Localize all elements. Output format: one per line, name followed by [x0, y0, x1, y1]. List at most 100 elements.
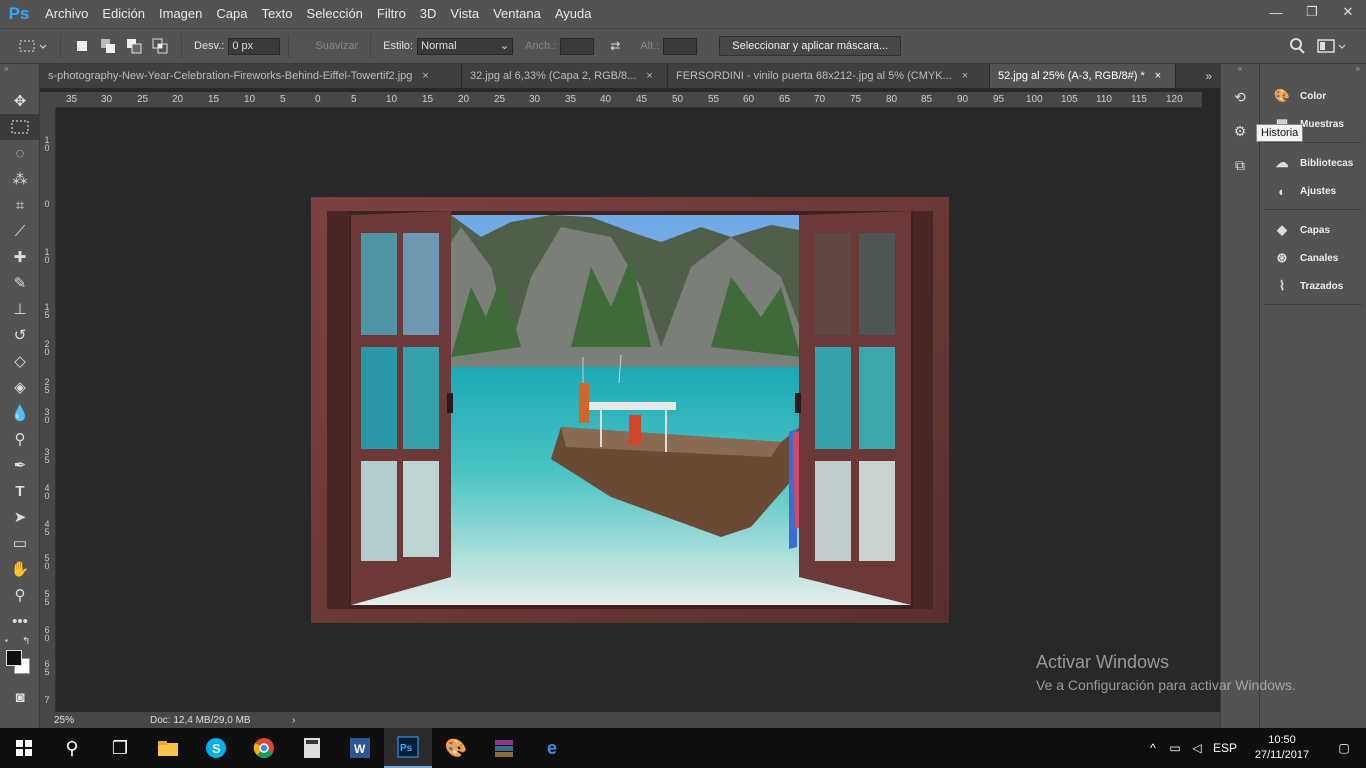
task-view-icon[interactable]: ❐ — [96, 728, 144, 768]
paint-bucket-tool-icon[interactable]: ◈ — [0, 374, 40, 400]
clone-stamp-tool-icon[interactable]: ⊥ — [0, 296, 40, 322]
restore-button[interactable]: ❐ — [1294, 0, 1330, 24]
type-tool-icon[interactable]: T — [0, 478, 40, 504]
winrar-icon[interactable] — [480, 728, 528, 768]
close-button[interactable]: ✕ — [1330, 0, 1366, 24]
menu-ayuda[interactable]: Ayuda — [548, 0, 599, 28]
menu-capa[interactable]: Capa — [209, 0, 254, 28]
brush-tool-icon[interactable]: ✎ — [0, 270, 40, 296]
hand-tool-icon[interactable]: ✋ — [0, 556, 40, 582]
chrome-icon[interactable] — [240, 728, 288, 768]
lasso-tool-icon[interactable]: ◌ — [0, 140, 40, 166]
network-icon[interactable]: ▭ — [1164, 741, 1186, 755]
language-indicator[interactable]: ESP — [1208, 741, 1242, 755]
subtract-selection-icon[interactable] — [125, 37, 143, 55]
tab-fersordini[interactable]: FERSORDINI - vinilo puerta 68x212-.jpg a… — [668, 64, 990, 88]
menu-imagen[interactable]: Imagen — [152, 0, 209, 28]
collapse-dock-icon[interactable]: « — [1221, 64, 1259, 76]
menu-edicion[interactable]: Edición — [95, 0, 152, 28]
default-colors-icon[interactable]: ▪ — [5, 636, 8, 645]
menu-filtro[interactable]: Filtro — [370, 0, 413, 28]
close-icon[interactable]: × — [646, 64, 652, 88]
panel-layers[interactable]: ◆ Capas — [1264, 216, 1362, 244]
feather-input[interactable]: 0 px — [228, 37, 281, 55]
intersect-selection-icon[interactable] — [151, 37, 169, 55]
clone-source-panel-icon[interactable]: ⧉ — [1227, 152, 1253, 178]
history-brush-tool-icon[interactable]: ↺ — [0, 322, 40, 348]
search-icon[interactable] — [1288, 37, 1306, 55]
menu-ventana[interactable]: Ventana — [486, 0, 548, 28]
tab-52jpg[interactable]: 52.jpg al 25% (A-3, RGB/8#) * × — [990, 64, 1176, 88]
tab-32jpg[interactable]: 32.jpg al 6,33% (Capa 2, RGB/8... × — [462, 64, 668, 88]
vertical-ruler[interactable]: 1 0 0 1 0 1 5 2 0 2 5 3 0 3 5 4 0 4 5 5 … — [40, 108, 56, 712]
healing-brush-tool-icon[interactable]: ✚ — [0, 244, 40, 270]
rect-marquee-tool-icon[interactable] — [0, 114, 40, 140]
start-button[interactable] — [0, 728, 48, 768]
tabs-overflow-icon[interactable]: » — [1176, 64, 1220, 88]
menu-3d[interactable]: 3D — [413, 0, 444, 28]
menu-texto[interactable]: Texto — [254, 0, 299, 28]
expand-panels-icon[interactable]: » — [1260, 64, 1366, 76]
panel-libraries[interactable]: ☁ Bibliotecas — [1264, 149, 1362, 177]
move-tool-icon[interactable]: ✥ — [0, 88, 40, 114]
eraser-tool-icon[interactable]: ◇ — [0, 348, 40, 374]
edge-icon[interactable]: e — [528, 728, 576, 768]
word-icon[interactable]: W — [336, 728, 384, 768]
antialias-checkbox[interactable] — [297, 41, 308, 51]
document-image[interactable] — [311, 197, 949, 623]
menu-vista[interactable]: Vista — [443, 0, 486, 28]
horizontal-ruler[interactable]: 35 30 25 20 15 10 5 0 5 10 15 20 25 30 3… — [56, 92, 1202, 108]
collapse-toolbar-icon[interactable]: » — [0, 64, 39, 88]
style-select[interactable]: Normal ⌄ — [417, 37, 514, 55]
history-panel-icon[interactable]: ⟲ — [1227, 84, 1253, 110]
search-icon[interactable]: ⚲ — [48, 728, 96, 768]
close-icon[interactable]: × — [962, 64, 968, 88]
select-and-mask-button[interactable]: Seleccionar y aplicar máscara... — [719, 36, 902, 56]
ruler-origin[interactable] — [40, 92, 56, 108]
rectangle-tool-icon[interactable]: ▭ — [0, 530, 40, 556]
quick-selection-tool-icon[interactable]: ⁂ — [0, 166, 40, 192]
status-menu-arrow-icon[interactable]: › — [292, 715, 295, 726]
panel-paths[interactable]: ⌇ Trazados — [1264, 272, 1362, 300]
zoom-tool-icon[interactable]: ⚲ — [0, 582, 40, 608]
show-hidden-icons-icon[interactable]: ^ — [1142, 741, 1164, 755]
height-input[interactable] — [663, 37, 698, 55]
eyedropper-tool-icon[interactable]: ⟋ — [0, 218, 40, 244]
properties-panel-icon[interactable]: ⚙ — [1227, 118, 1253, 144]
menu-archivo[interactable]: Archivo — [38, 0, 95, 28]
volume-icon[interactable]: ◁ — [1186, 741, 1208, 755]
ruler-tick-label: 75 — [850, 94, 862, 105]
calculator-icon[interactable] — [288, 728, 336, 768]
close-icon[interactable]: × — [1155, 64, 1161, 88]
notifications-icon[interactable]: ▢ — [1322, 741, 1366, 755]
color-swatches[interactable]: ▪ ↰ — [0, 634, 39, 684]
photoshop-taskbar-icon[interactable]: Ps — [384, 728, 432, 768]
zoom-level[interactable]: 25% — [40, 715, 130, 726]
path-selection-tool-icon[interactable]: ➤ — [0, 504, 40, 530]
pen-tool-icon[interactable]: ✒ — [0, 452, 40, 478]
swap-dimensions-icon[interactable]: ⇄ — [606, 37, 624, 55]
width-input[interactable] — [560, 37, 595, 55]
skype-icon[interactable]: S — [192, 728, 240, 768]
foreground-color-icon[interactable] — [6, 650, 22, 666]
crop-tool-icon[interactable]: ⌗ — [0, 192, 40, 218]
close-icon[interactable]: × — [422, 64, 428, 88]
marquee-preset-picker[interactable] — [18, 37, 48, 55]
blur-tool-icon[interactable]: 💧 — [0, 400, 40, 426]
clock[interactable]: 10:50 27/11/2017 — [1242, 733, 1322, 763]
add-selection-icon[interactable] — [99, 37, 117, 55]
quick-mask-icon[interactable]: ◙ — [0, 684, 40, 710]
file-explorer-icon[interactable] — [144, 728, 192, 768]
menu-seleccion[interactable]: Selección — [300, 0, 370, 28]
minimize-button[interactable]: — — [1258, 0, 1294, 24]
panel-adjustments[interactable]: ◐ Ajustes — [1264, 177, 1362, 205]
paint-icon[interactable]: 🎨 — [432, 728, 480, 768]
more-tools-icon[interactable]: ••• — [0, 608, 40, 634]
dodge-tool-icon[interactable]: ⚲ — [0, 426, 40, 452]
workspace-switcher-icon[interactable] — [1316, 37, 1348, 55]
new-selection-icon[interactable] — [73, 37, 91, 55]
panel-channels[interactable]: ⊛ Canales — [1264, 244, 1362, 272]
swap-colors-icon[interactable]: ↰ — [22, 636, 30, 647]
panel-color[interactable]: 🎨 Color — [1264, 82, 1362, 110]
tab-fireworks[interactable]: s-photography-New-Year-Celebration-Firew… — [40, 64, 462, 88]
